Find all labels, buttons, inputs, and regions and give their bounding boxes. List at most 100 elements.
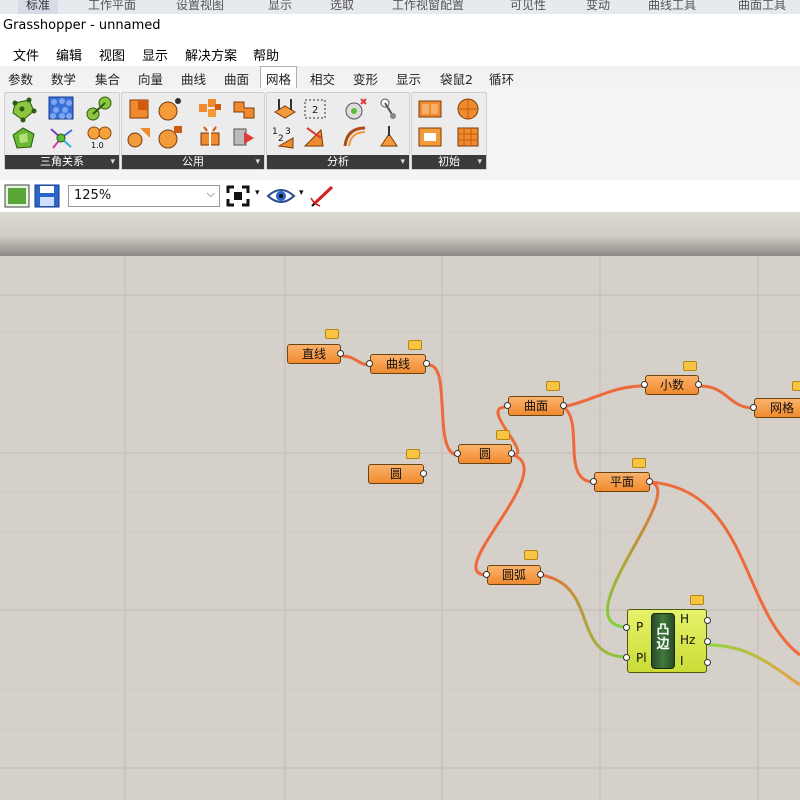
- mesh-inclusion-icon[interactable]: [301, 124, 329, 150]
- node-input-port[interactable]: [641, 381, 648, 388]
- rhino-tab-surface-tools[interactable]: 曲面工具: [738, 0, 786, 14]
- rhino-tab-select[interactable]: 选取: [330, 0, 354, 14]
- ribbon-group-primitive: 初始: [411, 92, 487, 170]
- menu-view[interactable]: 视图: [99, 45, 125, 64]
- node-surface[interactable]: 曲面: [508, 396, 564, 416]
- node-arc[interactable]: 圆弧: [487, 565, 541, 585]
- preview-options-dropdown-icon[interactable]: ▾: [299, 188, 304, 198]
- tab-vector[interactable]: 向量: [138, 69, 163, 88]
- zoom-options-dropdown-icon[interactable]: ▾: [255, 188, 260, 198]
- mesh-plane-icon[interactable]: [416, 124, 444, 150]
- node-plane[interactable]: 平面: [594, 472, 650, 492]
- node-input-port[interactable]: [366, 360, 373, 367]
- component-output-port-hz[interactable]: [704, 638, 711, 645]
- tab-curve[interactable]: 曲线: [181, 69, 206, 88]
- component-input-port-p[interactable]: [623, 624, 630, 631]
- face-normals-icon[interactable]: 1 2 3: [271, 124, 299, 150]
- node-input-port[interactable]: [483, 571, 490, 578]
- node-output-port[interactable]: [695, 381, 702, 388]
- proximity-icon[interactable]: [85, 96, 113, 122]
- rhino-tab-transform[interactable]: 变动: [586, 0, 610, 14]
- tab-intersect[interactable]: 相交: [310, 69, 335, 88]
- explode-mesh-icon[interactable]: [196, 124, 224, 150]
- component-input-port-pl[interactable]: [623, 654, 630, 661]
- flip-mesh-icon[interactable]: [230, 124, 258, 150]
- node-input-port[interactable]: [504, 402, 511, 409]
- sphere-point-icon[interactable]: [156, 96, 184, 122]
- rhino-tab-viewport-layout[interactable]: 工作视窗配置: [392, 0, 464, 14]
- menu-help[interactable]: 帮助: [253, 45, 279, 64]
- voronoi-icon[interactable]: [47, 95, 75, 121]
- delaunay-mesh-icon[interactable]: [9, 97, 37, 123]
- node-output-port[interactable]: [423, 360, 430, 367]
- tab-sets[interactable]: 集合: [95, 69, 120, 88]
- zoom-extents-icon[interactable]: [226, 185, 250, 207]
- tab-surface[interactable]: 曲面: [224, 69, 249, 88]
- tab-mesh[interactable]: 网格: [260, 66, 298, 88]
- mesh-closest-point-icon[interactable]: [341, 96, 369, 122]
- node-flag: [524, 550, 538, 560]
- grasshopper-canvas[interactable]: 直线 曲线 曲面 小数 网格 圆 圆 平面 圆弧 P Pl 凸边 H Hz I: [0, 256, 800, 800]
- rhino-tab-set-view[interactable]: 设置视图: [176, 0, 224, 14]
- node-flag: [325, 329, 339, 339]
- mesh-split-icon[interactable]: [156, 124, 184, 150]
- title-bar: Grasshopper - unnamed: [0, 14, 800, 38]
- mesh-depth-icon[interactable]: [375, 124, 403, 150]
- tab-loop[interactable]: 循环: [489, 69, 514, 88]
- rhino-tab-cplanes[interactable]: 工作平面: [88, 0, 136, 14]
- open-file-icon[interactable]: [4, 184, 30, 208]
- convex-edges-component[interactable]: P Pl 凸边 H Hz I: [627, 609, 707, 673]
- mesh-eval-icon[interactable]: [375, 96, 403, 122]
- mesh-grid-icon[interactable]: [454, 124, 482, 150]
- node-decimal[interactable]: 小数: [645, 375, 699, 395]
- node-output-port[interactable]: [420, 470, 427, 477]
- menu-display[interactable]: 显示: [142, 45, 168, 64]
- tab-params[interactable]: 参数: [8, 69, 33, 88]
- node-output-port[interactable]: [560, 402, 567, 409]
- rhino-tab-display[interactable]: 显示: [268, 0, 292, 14]
- icon-text: 1: [272, 127, 278, 137]
- substrate-icon[interactable]: [47, 125, 75, 151]
- mesh-join-icon[interactable]: [126, 124, 154, 150]
- menu-file[interactable]: 文件: [13, 45, 39, 64]
- node-mesh[interactable]: 网格: [754, 398, 800, 418]
- menu-solution[interactable]: 解决方案: [185, 45, 237, 64]
- node-line[interactable]: 直线: [287, 344, 341, 364]
- component-output-port-h[interactable]: [704, 617, 711, 624]
- unify-mesh-icon[interactable]: [196, 96, 224, 122]
- node-input-port[interactable]: [750, 404, 757, 411]
- tab-maths[interactable]: 数学: [51, 69, 76, 88]
- rhino-tab-standard[interactable]: 标准: [18, 0, 59, 14]
- node-circle-unconnected[interactable]: 圆: [368, 464, 424, 484]
- weld-mesh-icon[interactable]: [230, 96, 258, 122]
- node-flag: [408, 340, 422, 350]
- node-input-port[interactable]: [590, 478, 597, 485]
- node-output-port[interactable]: [337, 350, 344, 357]
- mesh-box-icon[interactable]: [416, 96, 444, 122]
- node-circle[interactable]: 圆: [458, 444, 512, 464]
- rhino-tab-curve-tools[interactable]: 曲线工具: [648, 0, 696, 14]
- zoom-level-dropdown[interactable]: 125% ⌵: [68, 185, 220, 207]
- node-input-port[interactable]: [454, 450, 461, 457]
- mesh-sphere-icon[interactable]: [454, 96, 482, 122]
- node-output-port[interactable]: [508, 450, 515, 457]
- face-boundaries-icon[interactable]: 2: [301, 96, 329, 122]
- eye-icon[interactable]: [266, 186, 296, 206]
- component-output-port-i[interactable]: [704, 659, 711, 666]
- node-output-port[interactable]: [537, 571, 544, 578]
- rhino-tab-visibility[interactable]: 可见性: [510, 0, 546, 14]
- disjoint-mesh-icon[interactable]: [126, 96, 154, 122]
- component-output-hz: Hz: [680, 633, 696, 647]
- node-output-port[interactable]: [646, 478, 653, 485]
- node-curve[interactable]: 曲线: [370, 354, 426, 374]
- tab-display[interactable]: 显示: [396, 69, 421, 88]
- tab-kangaroo2[interactable]: 袋鼠2: [440, 69, 473, 88]
- convex-hull-icon[interactable]: [9, 125, 37, 151]
- save-file-icon[interactable]: [34, 184, 60, 208]
- menu-edit[interactable]: 编辑: [56, 45, 82, 64]
- tab-transform[interactable]: 变形: [353, 69, 378, 88]
- facet-dome-icon[interactable]: 1.0: [85, 123, 113, 149]
- mesh-curvature-icon[interactable]: [341, 124, 369, 150]
- sketch-pen-icon[interactable]: [308, 184, 336, 208]
- mesh-edges-icon[interactable]: [271, 96, 299, 122]
